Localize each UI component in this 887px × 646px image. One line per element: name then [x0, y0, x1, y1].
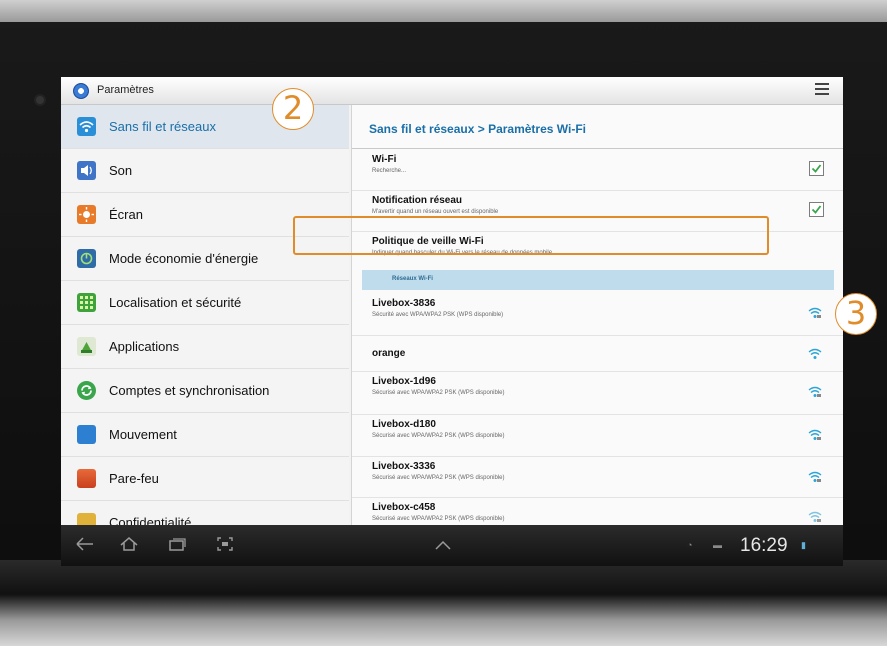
wifi-lock-icon	[808, 471, 822, 482]
wifi-icon	[808, 348, 822, 359]
wifi-lock-icon	[808, 511, 822, 522]
breadcrumb: Sans fil et réseaux > Paramètres Wi-Fi	[352, 105, 843, 148]
sidebar-item-applications[interactable]: Applications	[61, 325, 349, 369]
network-item[interactable]: Livebox-1d96 Sécurisé avec WPA/WPA2 PSK …	[352, 372, 843, 415]
sidebar: Sans fil et réseaux Son Écran Mode écono…	[61, 105, 349, 545]
signal-icon: ▮	[801, 540, 806, 550]
sidebar-item-label: Mode économie d'énergie	[109, 251, 259, 266]
divider	[352, 148, 843, 149]
firewall-icon	[77, 469, 96, 488]
sidebar-item-label: Écran	[109, 207, 143, 222]
network-name: Livebox-3336	[372, 461, 436, 472]
tablet-top-edge	[0, 0, 887, 22]
network-item[interactable]: Livebox-3336 Sécurisé avec WPA/WPA2 PSK …	[352, 457, 843, 498]
sidebar-item-firewall[interactable]: Pare-feu	[61, 457, 349, 501]
callout-step-3: 3	[835, 293, 877, 335]
wifi-lock-icon	[808, 307, 822, 318]
network-item[interactable]: orange	[352, 336, 843, 372]
sidebar-item-label: Son	[109, 163, 133, 178]
wifi-status-icon: ◔	[687, 540, 693, 550]
network-item[interactable]: Livebox-3836 Sécurité avec WPA/WPA2 PSK …	[352, 294, 843, 336]
network-name: orange	[372, 348, 406, 359]
sidebar-item-accounts-sync[interactable]: Comptes et synchronisation	[61, 369, 349, 413]
camera-dot	[36, 96, 44, 104]
sidebar-item-label: Comptes et synchronisation	[109, 383, 270, 398]
page-title: Sans fil et réseaux > Paramètres Wi-Fi	[369, 122, 586, 136]
network-security: Sécurisé avec WPA/WPA2 PSK (WPS disponib…	[372, 390, 505, 396]
settings-app-icon	[73, 83, 89, 99]
sidebar-item-location[interactable]: Localisation et sécurité	[61, 281, 349, 325]
sidebar-item-motion[interactable]: Mouvement	[61, 413, 349, 457]
system-navigation-bar: ◔ ▬ 16:29 ▮	[61, 525, 843, 566]
sidebar-item-label: Mouvement	[109, 427, 177, 442]
wifi-settings-panel: Sans fil et réseaux > Paramètres Wi-Fi W…	[351, 105, 843, 535]
wifi-lock-icon	[808, 386, 822, 397]
sidebar-item-label: Applications	[109, 339, 180, 354]
sidebar-item-label: Sans fil et réseaux	[109, 119, 216, 134]
chevron-up-icon[interactable]	[433, 539, 453, 551]
home-icon[interactable]	[119, 536, 139, 552]
notification-checkbox[interactable]	[809, 202, 824, 217]
network-security: Sécurisé avec WPA/WPA2 PSK (WPS disponib…	[372, 475, 505, 481]
setting-title: Notification réseau	[372, 195, 463, 206]
network-name: Livebox-1d96	[372, 376, 436, 387]
network-name: Livebox-c458	[372, 502, 436, 513]
sidebar-item-sound[interactable]: Son	[61, 149, 349, 193]
sidebar-item-label: Localisation et sécurité	[109, 295, 242, 310]
sidebar-item-label: Pare-feu	[109, 471, 159, 486]
brightness-icon	[77, 205, 96, 224]
screen: Paramètres Sans fil et réseaux Son Écran	[61, 77, 843, 566]
network-security: Sécurisé avec WPA/WPA2 PSK (WPS disponib…	[372, 516, 505, 522]
grid-icon	[77, 293, 96, 312]
screenshot-icon[interactable]	[215, 536, 235, 552]
network-item[interactable]: Livebox-d180 Sécurisé avec WPA/WPA2 PSK …	[352, 415, 843, 457]
setting-title: Wi-Fi	[372, 154, 397, 165]
tablet-bottom-edge	[0, 560, 887, 646]
network-name: Livebox-d180	[372, 419, 436, 430]
wifi-networks-header: Réseaux Wi-Fi	[362, 270, 834, 290]
battery-saver-icon	[77, 249, 96, 268]
back-icon[interactable]	[75, 536, 95, 552]
menu-icon[interactable]	[815, 83, 829, 97]
setting-wifi[interactable]: Wi-Fi Recherche...	[352, 150, 843, 191]
speaker-icon	[77, 161, 96, 180]
android-icon	[77, 337, 96, 356]
sync-icon	[77, 381, 96, 400]
clock: 16:29	[740, 535, 788, 556]
callout-step-2: 2	[272, 88, 314, 130]
setting-subtitle: M'avertir quand un réseau ouvert est dis…	[372, 209, 499, 215]
app-title: Paramètres	[97, 84, 154, 96]
network-security: Sécurisé avec WPA/WPA2 PSK (WPS disponib…	[372, 433, 505, 439]
title-bar: Paramètres	[61, 77, 843, 105]
setting-subtitle: Recherche...	[372, 168, 407, 174]
selected-network-highlight	[293, 216, 769, 255]
recent-apps-icon[interactable]	[167, 536, 187, 552]
wifi-icon	[77, 117, 96, 136]
wifi-checkbox[interactable]	[809, 161, 824, 176]
section-header-label: Réseaux Wi-Fi	[392, 276, 433, 282]
network-name: Livebox-3836	[372, 298, 436, 309]
network-security: Sécurité avec WPA/WPA2 PSK (WPS disponib…	[372, 312, 504, 318]
wifi-lock-icon	[808, 429, 822, 440]
battery-status-icon: ▬	[713, 540, 722, 550]
motion-icon	[77, 425, 96, 444]
